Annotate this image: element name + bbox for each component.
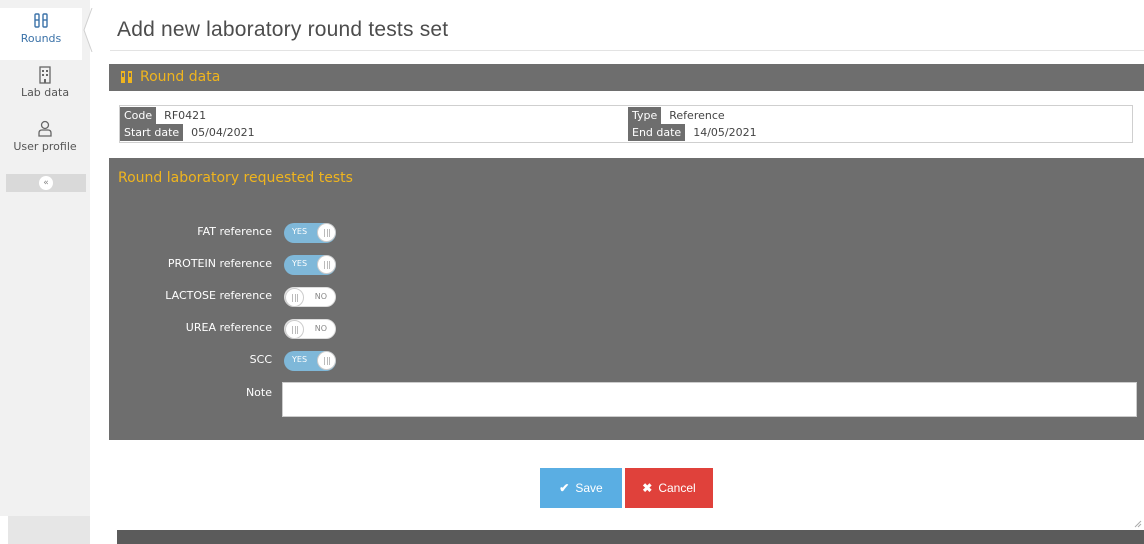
toggle-state: YES [292, 227, 308, 236]
sidebar-item-lab-data[interactable]: Lab data [0, 66, 90, 114]
note-textarea[interactable] [282, 382, 1137, 417]
sidebar-footer [8, 516, 90, 544]
test-row-lactose: LACTOSE reference NO [109, 286, 1144, 308]
sidebar-item-label: User profile [13, 140, 77, 153]
protein-reference-toggle[interactable]: YES [284, 255, 336, 275]
page: Rounds Lab data User profile « Add new l… [0, 0, 1144, 544]
flask-icon [121, 71, 132, 83]
toggle-knob [317, 223, 336, 242]
test-row-scc: SCC YES [109, 350, 1144, 372]
check-icon: ✔ [559, 481, 570, 495]
cancel-label: Cancel [658, 481, 696, 495]
test-row-fat: FAT reference YES [109, 222, 1144, 244]
page-title: Add new laboratory round tests set [117, 18, 449, 41]
round-data-title: Round data [140, 69, 221, 85]
building-icon [39, 66, 51, 84]
save-label: Save [575, 481, 603, 495]
toggle-state: YES [292, 355, 308, 364]
toggle-knob [285, 288, 304, 307]
end-date-value: 14/05/2021 [693, 126, 757, 139]
toggle-state: YES [292, 259, 308, 268]
save-button[interactable]: ✔ Save [540, 468, 622, 508]
start-date-label: Start date [120, 124, 184, 141]
resize-grip-icon[interactable] [1134, 520, 1142, 528]
footer-tab [291, 516, 1144, 530]
fat-reference-toggle[interactable]: YES [284, 223, 336, 243]
type-row: Type Reference [628, 107, 725, 124]
test-label: FAT reference [197, 225, 272, 238]
user-icon [38, 120, 52, 137]
toggle-state: NO [314, 324, 327, 333]
sidebar-item-rounds[interactable]: Rounds [0, 8, 82, 60]
type-label: Type [628, 107, 662, 124]
code-row: Code RF0421 [120, 107, 206, 124]
tests-panel: Round laboratory requested tests FAT ref… [109, 158, 1144, 440]
note-label: Note [245, 386, 272, 399]
toggle-knob [317, 351, 336, 370]
close-icon: ✖ [642, 481, 653, 495]
sidebar-collapse-bar[interactable]: « [6, 174, 86, 192]
scc-toggle[interactable]: YES [284, 351, 336, 371]
toggle-knob [317, 255, 336, 274]
tests-title: Round laboratory requested tests [118, 170, 353, 186]
toggle-state: NO [314, 292, 327, 301]
code-label: Code [120, 107, 157, 124]
sidebar-item-label: Rounds [20, 32, 62, 45]
collapse-icon[interactable]: « [39, 176, 53, 190]
test-label: UREA reference [185, 321, 272, 334]
footer-bar [117, 530, 1144, 544]
type-value: Reference [669, 109, 725, 122]
test-label: PROTEIN reference [167, 257, 272, 270]
test-row-protein: PROTEIN reference YES [109, 254, 1144, 276]
start-date-row: Start date 05/04/2021 [120, 124, 255, 141]
divider [110, 50, 1144, 51]
cancel-button[interactable]: ✖ Cancel [625, 468, 713, 508]
flask-icon [34, 13, 48, 28]
sidebar-item-user-profile[interactable]: User profile [0, 120, 90, 168]
lactose-reference-toggle[interactable]: NO [284, 287, 336, 307]
toggle-knob [285, 320, 304, 339]
urea-reference-toggle[interactable]: NO [284, 319, 336, 339]
start-date-value: 05/04/2021 [191, 126, 255, 139]
end-date-label: End date [628, 124, 686, 141]
test-label: LACTOSE reference [165, 289, 272, 302]
round-data-header: Round data [109, 64, 1144, 91]
active-indicator [83, 8, 93, 52]
code-value: RF0421 [164, 109, 207, 122]
test-row-urea: UREA reference NO [109, 318, 1144, 340]
sidebar: Rounds Lab data User profile « [0, 0, 93, 516]
test-label: SCC [249, 353, 272, 366]
round-info-box: Code RF0421 Start date 05/04/2021 Type Refe… [119, 105, 1133, 143]
end-date-row: End date 14/05/2021 [628, 124, 757, 141]
sidebar-item-label: Lab data [20, 86, 70, 99]
round-data-body: Code RF0421 Start date 05/04/2021 Type Refe… [109, 91, 1144, 158]
